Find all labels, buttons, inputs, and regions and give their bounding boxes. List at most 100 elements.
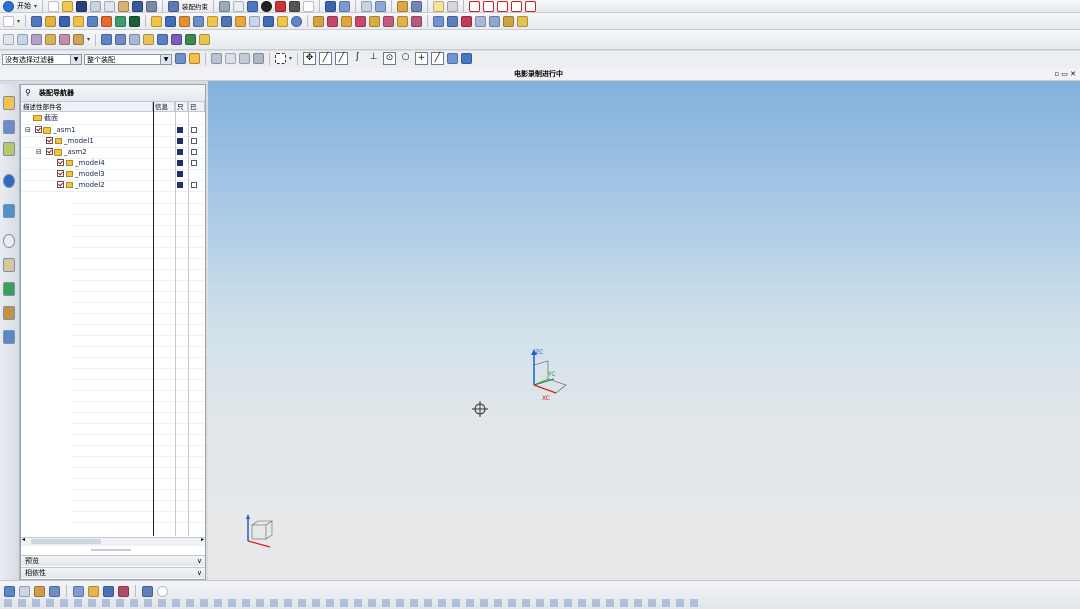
revolve-icon[interactable]: [115, 34, 127, 45]
measure-distance-icon[interactable]: [142, 585, 153, 597]
sphere-icon[interactable]: [291, 15, 303, 27]
view-icon[interactable]: [4, 585, 15, 597]
point-icon[interactable]: [3, 34, 14, 45]
mirror-icon[interactable]: [73, 15, 85, 27]
trim-icon[interactable]: [185, 34, 197, 45]
frame-icon-4[interactable]: [511, 0, 523, 12]
tree-row-section[interactable]: 截面: [21, 113, 205, 125]
undo-select-icon[interactable]: [211, 53, 222, 64]
chevron-down-icon[interactable]: ▾: [87, 36, 90, 43]
graphics-viewport[interactable]: ZC YC XC: [208, 81, 1080, 580]
body-icon[interactable]: [277, 15, 289, 27]
chevron-down-icon[interactable]: ▾: [34, 3, 37, 10]
replace-icon[interactable]: [101, 15, 113, 27]
snap-circle-icon[interactable]: ○: [399, 52, 412, 65]
offset-icon[interactable]: [59, 34, 70, 45]
frame-icon-5[interactable]: [525, 0, 537, 12]
snap-tangent-icon[interactable]: ⊥: [367, 52, 380, 65]
scroll-thumb[interactable]: [31, 539, 101, 544]
rectangle-select-icon[interactable]: [275, 53, 286, 64]
create-component-icon[interactable]: [59, 15, 71, 27]
weight-icon[interactable]: [221, 15, 233, 27]
assembly-constraint-icon[interactable]: [168, 0, 180, 12]
roles-tab-icon[interactable]: [3, 282, 15, 296]
start-menu-label[interactable]: 开始: [17, 1, 31, 11]
collapse-toggle-icon[interactable]: ⊟: [25, 125, 31, 136]
visibility-checkbox[interactable]: [57, 170, 64, 177]
horizontal-scrollbar[interactable]: ◂ ▸: [21, 536, 205, 546]
select-body-icon[interactable]: [225, 53, 236, 64]
deform-icon[interactable]: [341, 15, 353, 27]
link-icon[interactable]: [327, 15, 339, 27]
render-style-icon[interactable]: [261, 0, 273, 12]
extrude-icon[interactable]: [101, 34, 113, 45]
orient-icon[interactable]: [313, 15, 325, 27]
constraint-navigator-tab-icon[interactable]: [3, 120, 15, 134]
pattern-icon[interactable]: [87, 15, 99, 27]
sequence-icon[interactable]: [179, 15, 191, 27]
render-icon[interactable]: [103, 585, 114, 597]
arc-icon[interactable]: [31, 34, 42, 45]
chevron-down-icon[interactable]: ▾: [17, 18, 20, 25]
assembly-scope-dropdown[interactable]: 整个装配 ▼: [84, 54, 172, 65]
surface-icon-2[interactable]: [447, 15, 459, 27]
snap-curve-icon[interactable]: ʃ: [351, 52, 364, 65]
snap-point-on-curve-icon[interactable]: ╱: [431, 52, 445, 65]
new-file-icon[interactable]: [48, 0, 60, 12]
product-icon[interactable]: [383, 15, 395, 27]
surface-icon-6[interactable]: [503, 15, 515, 27]
shell-icon[interactable]: [171, 34, 183, 45]
column-header-info[interactable]: 信息: [153, 102, 175, 112]
zoom-icon[interactable]: [34, 585, 45, 597]
chamfer-icon[interactable]: [157, 34, 169, 45]
curve-icon[interactable]: [375, 0, 387, 12]
visibility-checkbox[interactable]: [35, 126, 42, 133]
window-icon[interactable]: [303, 0, 315, 12]
snap-endpoint-icon[interactable]: ✥: [303, 52, 317, 65]
cut-icon[interactable]: [90, 0, 102, 12]
surface-icon-5[interactable]: [489, 15, 501, 27]
spline-icon[interactable]: [45, 34, 56, 45]
magnifier-icon[interactable]: [157, 585, 168, 597]
frame-icon-3[interactable]: [497, 0, 509, 12]
chevron-down-icon[interactable]: ▼: [70, 55, 81, 64]
blend-icon[interactable]: [143, 34, 155, 45]
reuse-library-tab-icon[interactable]: [3, 174, 15, 188]
promote-icon[interactable]: [397, 15, 409, 27]
column-header-readonly[interactable]: 只: [175, 102, 188, 112]
arrange-icon[interactable]: [397, 0, 409, 12]
shaded-icon[interactable]: [247, 0, 259, 12]
new-icon[interactable]: [3, 15, 14, 27]
process-studio-tab-icon[interactable]: [3, 258, 15, 272]
measure-icon[interactable]: [339, 0, 351, 12]
frame-icon-2[interactable]: [483, 0, 495, 12]
system-materials-tab-icon[interactable]: [3, 306, 15, 320]
fit-icon[interactable]: [19, 585, 30, 597]
check-icon[interactable]: [235, 15, 247, 27]
undo-icon[interactable]: [132, 0, 144, 12]
rotate-icon[interactable]: [73, 585, 84, 597]
snap-body-icon[interactable]: [461, 53, 473, 64]
open-folder-icon[interactable]: [62, 0, 74, 12]
system-scenes-tab-icon[interactable]: [3, 330, 15, 344]
snap-center-icon[interactable]: ⊙: [383, 52, 397, 65]
wave-icon[interactable]: [193, 15, 205, 27]
explode-view-icon[interactable]: [165, 15, 177, 27]
tree-row-model2[interactable]: _model2: [21, 180, 205, 192]
filter-settings-icon[interactable]: [175, 53, 186, 64]
constraint-icon[interactable]: [129, 15, 141, 27]
select-face-icon[interactable]: [239, 53, 250, 64]
add-component-icon[interactable]: [45, 15, 57, 27]
select-general-icon[interactable]: [189, 53, 200, 64]
report-icon[interactable]: [249, 15, 261, 27]
snap-intersection-icon[interactable]: +: [415, 52, 429, 65]
clearance-icon[interactable]: [207, 15, 219, 27]
window-controls[interactable]: ▫ ▭ ✕: [1054, 68, 1076, 80]
color-icon[interactable]: [275, 0, 287, 12]
copy-icon[interactable]: [104, 0, 116, 12]
surface-icon-4[interactable]: [475, 15, 487, 27]
drawing-icon[interactable]: [433, 0, 445, 12]
explode-icon[interactable]: [411, 0, 423, 12]
assembly-navigator-tab-icon[interactable]: [3, 96, 15, 110]
column-header-modified[interactable]: 已: [188, 102, 205, 112]
